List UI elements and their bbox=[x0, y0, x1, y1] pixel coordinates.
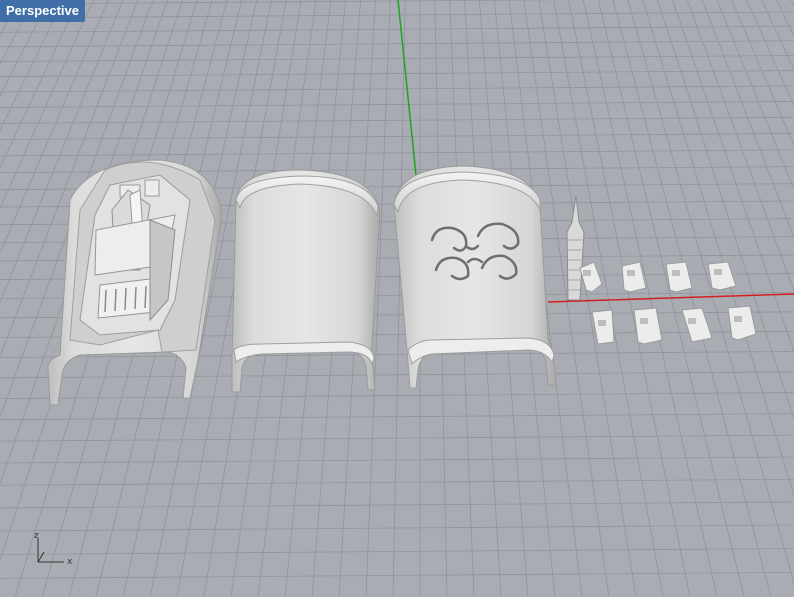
grid-line bbox=[0, 149, 794, 157]
grid-line bbox=[0, 524, 794, 532]
axis-gizmo-icon: z x bbox=[34, 531, 73, 567]
grid-line bbox=[0, 371, 794, 379]
small-clip[interactable] bbox=[707, 261, 737, 291]
small-clip[interactable] bbox=[633, 307, 663, 345]
x-axis-line bbox=[547, 293, 794, 303]
grid-line bbox=[0, 478, 794, 486]
grid-line bbox=[672, 0, 794, 353]
viewport-scene[interactable] bbox=[0, 0, 794, 597]
shell-with-swirl-pattern[interactable] bbox=[393, 165, 557, 389]
small-clip[interactable] bbox=[665, 261, 693, 293]
grid-line bbox=[0, 70, 794, 77]
grid-line bbox=[0, 456, 794, 464]
grid-line bbox=[701, 0, 794, 239]
grid-line bbox=[716, 0, 794, 191]
axis-z-label: z bbox=[34, 531, 39, 541]
grid-line bbox=[0, 0, 583, 5]
small-clip[interactable] bbox=[591, 309, 615, 345]
grid-line bbox=[0, 548, 794, 555]
grid-line bbox=[0, 133, 794, 140]
grid-line bbox=[0, 11, 794, 19]
small-clip[interactable] bbox=[681, 307, 713, 343]
spire-post[interactable] bbox=[566, 195, 585, 301]
shell-with-castle-relief[interactable] bbox=[47, 159, 223, 406]
grid-line bbox=[0, 116, 794, 124]
viewport-title[interactable]: Perspective bbox=[0, 0, 85, 22]
grid-line bbox=[0, 434, 794, 442]
grid-line bbox=[0, 572, 794, 579]
plain-shell[interactable] bbox=[231, 169, 381, 393]
grid-line bbox=[0, 40, 794, 48]
grid-line bbox=[538, 0, 637, 597]
grid-line bbox=[731, 0, 794, 147]
small-clip[interactable] bbox=[621, 261, 647, 293]
grid-line bbox=[776, 0, 794, 37]
rhino-perspective-viewport[interactable]: Perspective z x bbox=[0, 0, 794, 597]
small-clip[interactable] bbox=[579, 261, 603, 293]
grid-line bbox=[0, 55, 794, 62]
grid-line bbox=[0, 25, 794, 33]
y-axis-line bbox=[397, 0, 417, 176]
grid-line bbox=[761, 0, 794, 71]
small-clip[interactable] bbox=[727, 305, 757, 341]
axis-x-label: x bbox=[67, 557, 73, 567]
